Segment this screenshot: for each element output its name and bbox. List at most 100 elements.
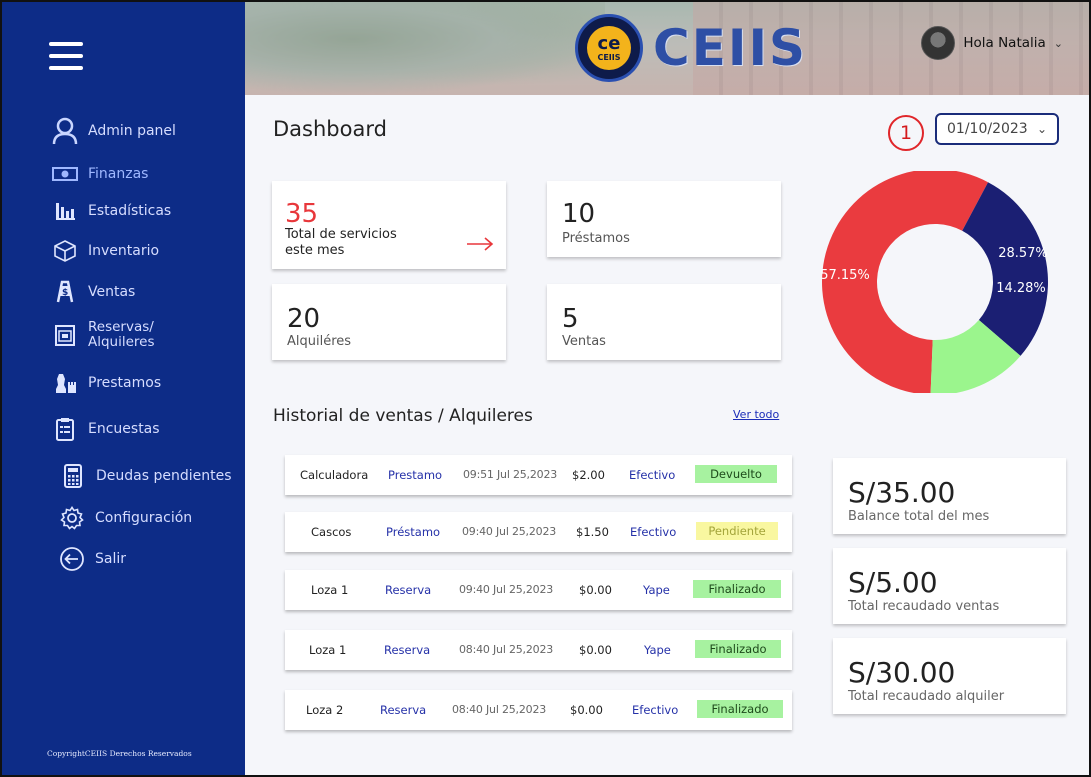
arrow-right-icon[interactable] bbox=[466, 233, 494, 258]
svg-text:$: $ bbox=[62, 288, 68, 298]
balance-card-alquiler: S/30.00 Total recaudado alquiler bbox=[833, 638, 1066, 714]
sidebar-item-inventario[interactable]: Inventario bbox=[52, 238, 159, 264]
table-row[interactable]: Loza 1 Reserva 09:40 Jul 25,2023 $0.00 Y… bbox=[285, 570, 792, 610]
row-payment: Yape bbox=[644, 643, 671, 657]
bar-chart-icon bbox=[52, 198, 78, 224]
row-date: 08:40 Jul 25,2023 bbox=[452, 703, 547, 716]
stat-card-alquileres: 20 Alquiléres bbox=[272, 284, 506, 360]
sidebar-item-label: Encuestas bbox=[88, 421, 160, 437]
stat-card-ventas: 5 Ventas bbox=[547, 284, 781, 360]
row-amount: $1.50 bbox=[576, 525, 609, 539]
sidebar: Admin panel Finanzas Estadísticas Invent… bbox=[2, 2, 245, 775]
sidebar-item-estadisticas[interactable]: Estadísticas bbox=[52, 198, 171, 224]
stat-card-total-services[interactable]: 35 Total de servicios este mes bbox=[272, 181, 506, 269]
row-amount: $0.00 bbox=[570, 703, 603, 717]
user-greeting: Hola Natalia bbox=[963, 35, 1046, 51]
calculator-icon bbox=[60, 463, 86, 489]
sidebar-item-label: Reservas/ Alquileres bbox=[88, 319, 155, 350]
ventas-icon: $ bbox=[52, 279, 78, 305]
row-payment: Efectivo bbox=[629, 468, 676, 482]
row-date: 09:40 Jul 25,2023 bbox=[459, 583, 554, 596]
ceiis-logo: ce CEIIS CEIIS bbox=[575, 14, 807, 82]
row-item: Loza 2 bbox=[306, 703, 344, 717]
sidebar-item-reservas-alquileres[interactable]: Reservas/ Alquileres bbox=[52, 320, 155, 350]
view-all-link[interactable]: Ver todo bbox=[733, 408, 779, 421]
sidebar-item-deudas-pendientes[interactable]: Deudas pendientes bbox=[60, 463, 232, 489]
sidebar-item-label: Prestamos bbox=[88, 375, 162, 391]
chess-icon bbox=[52, 370, 78, 396]
row-item: Cascos bbox=[311, 525, 352, 539]
gear-icon bbox=[59, 505, 85, 531]
date-select[interactable]: 01/10/2023 ⌄ bbox=[935, 113, 1059, 145]
table-row[interactable]: Cascos Préstamo 09:40 Jul 25,2023 $1.50 … bbox=[285, 512, 792, 552]
row-type: Prestamo bbox=[388, 468, 443, 482]
row-amount: $0.00 bbox=[579, 643, 612, 657]
sidebar-item-label: Finanzas bbox=[88, 166, 149, 182]
balance-label: Total recaudado alquiler bbox=[848, 689, 1005, 704]
app-frame: Admin panel Finanzas Estadísticas Invent… bbox=[0, 0, 1091, 777]
row-date: 08:40 Jul 25,2023 bbox=[459, 643, 554, 656]
sidebar-item-label: Deudas pendientes bbox=[96, 468, 232, 484]
menu-icon[interactable] bbox=[49, 42, 83, 72]
stat-card-prestamos: 10 Préstamos bbox=[547, 181, 781, 257]
status-badge: Finalizado bbox=[693, 580, 781, 598]
row-item: Loza 1 bbox=[311, 583, 349, 597]
row-payment: Yape bbox=[643, 583, 670, 597]
money-icon bbox=[52, 161, 78, 187]
row-type: Reserva bbox=[385, 583, 432, 597]
clipboard-icon bbox=[52, 416, 78, 442]
stat-label: Préstamos bbox=[562, 231, 630, 246]
sidebar-item-configuracion[interactable]: Configuración bbox=[59, 505, 192, 531]
box-icon bbox=[52, 238, 78, 264]
sidebar-item-label: Configuración bbox=[95, 510, 193, 526]
balance-value: S/30.00 bbox=[848, 656, 956, 689]
status-badge: Finalizado bbox=[695, 640, 781, 658]
sidebar-item-label: Ventas bbox=[88, 284, 136, 300]
row-item: Loza 1 bbox=[309, 643, 347, 657]
logout-icon bbox=[59, 546, 85, 572]
donut-slice-label: 28.57% bbox=[998, 246, 1048, 261]
balance-card-ventas: S/5.00 Total recaudado ventas bbox=[833, 548, 1066, 624]
sidebar-item-finanzas[interactable]: Finanzas bbox=[52, 161, 148, 187]
sidebar-item-ventas[interactable]: $ Ventas bbox=[52, 279, 135, 305]
sidebar-item-salir[interactable]: Salir bbox=[59, 546, 126, 572]
step-number-badge: 1 bbox=[888, 115, 924, 151]
sidebar-item-encuestas[interactable]: Encuestas bbox=[52, 416, 160, 442]
status-badge: Devuelto bbox=[695, 465, 777, 483]
sidebar-item-admin-panel[interactable]: Admin panel bbox=[52, 117, 176, 145]
stat-label: Alquiléres bbox=[287, 334, 352, 349]
table-row[interactable]: Loza 2 Reserva 08:40 Jul 25,2023 $0.00 E… bbox=[285, 690, 792, 730]
stat-value: 5 bbox=[562, 304, 579, 334]
stat-value: 35 bbox=[285, 199, 319, 229]
row-amount: $2.00 bbox=[572, 468, 605, 482]
avatar bbox=[921, 26, 956, 60]
donut-chart: 57.15% 28.57% 14.28% bbox=[820, 171, 1048, 393]
donut-slice-label: 14.28% bbox=[996, 281, 1046, 296]
row-type: Reserva bbox=[380, 703, 427, 717]
sidebar-item-label: Salir bbox=[95, 551, 127, 567]
table-row[interactable]: Calculadora Prestamo 09:51 Jul 25,2023 $… bbox=[285, 455, 792, 495]
chevron-down-icon: ⌄ bbox=[1053, 36, 1063, 50]
balance-card-total: S/35.00 Balance total del mes bbox=[833, 458, 1066, 534]
row-payment: Efectivo bbox=[632, 703, 679, 717]
sidebar-item-prestamos[interactable]: Prestamos bbox=[52, 370, 161, 396]
balance-value: S/35.00 bbox=[848, 476, 956, 509]
chevron-down-icon: ⌄ bbox=[1036, 122, 1047, 136]
calendar-icon bbox=[52, 322, 78, 348]
logo-badge: ce CEIIS bbox=[575, 14, 643, 82]
main-content: Dashboard 1 01/10/2023 ⌄ 35 Total de ser… bbox=[245, 95, 1089, 775]
date-value: 01/10/2023 bbox=[947, 121, 1028, 137]
copyright-text: CopyrightCEIIS Derechos Reservados bbox=[47, 749, 192, 758]
row-date: 09:51 Jul 25,2023 bbox=[463, 468, 558, 481]
row-type: Reserva bbox=[384, 643, 431, 657]
status-badge: Finalizado bbox=[697, 700, 783, 718]
balance-label: Balance total del mes bbox=[848, 509, 990, 524]
user-menu[interactable]: Hola Natalia ⌄ bbox=[921, 26, 1063, 60]
table-row[interactable]: Loza 1 Reserva 08:40 Jul 25,2023 $0.00 Y… bbox=[285, 630, 792, 670]
row-type: Préstamo bbox=[386, 525, 441, 539]
row-amount: $0.00 bbox=[579, 583, 612, 597]
stat-label: Ventas bbox=[562, 334, 606, 349]
balance-label: Total recaudado ventas bbox=[848, 599, 1000, 614]
sidebar-item-label: Inventario bbox=[88, 243, 160, 259]
balance-value: S/5.00 bbox=[848, 566, 938, 599]
